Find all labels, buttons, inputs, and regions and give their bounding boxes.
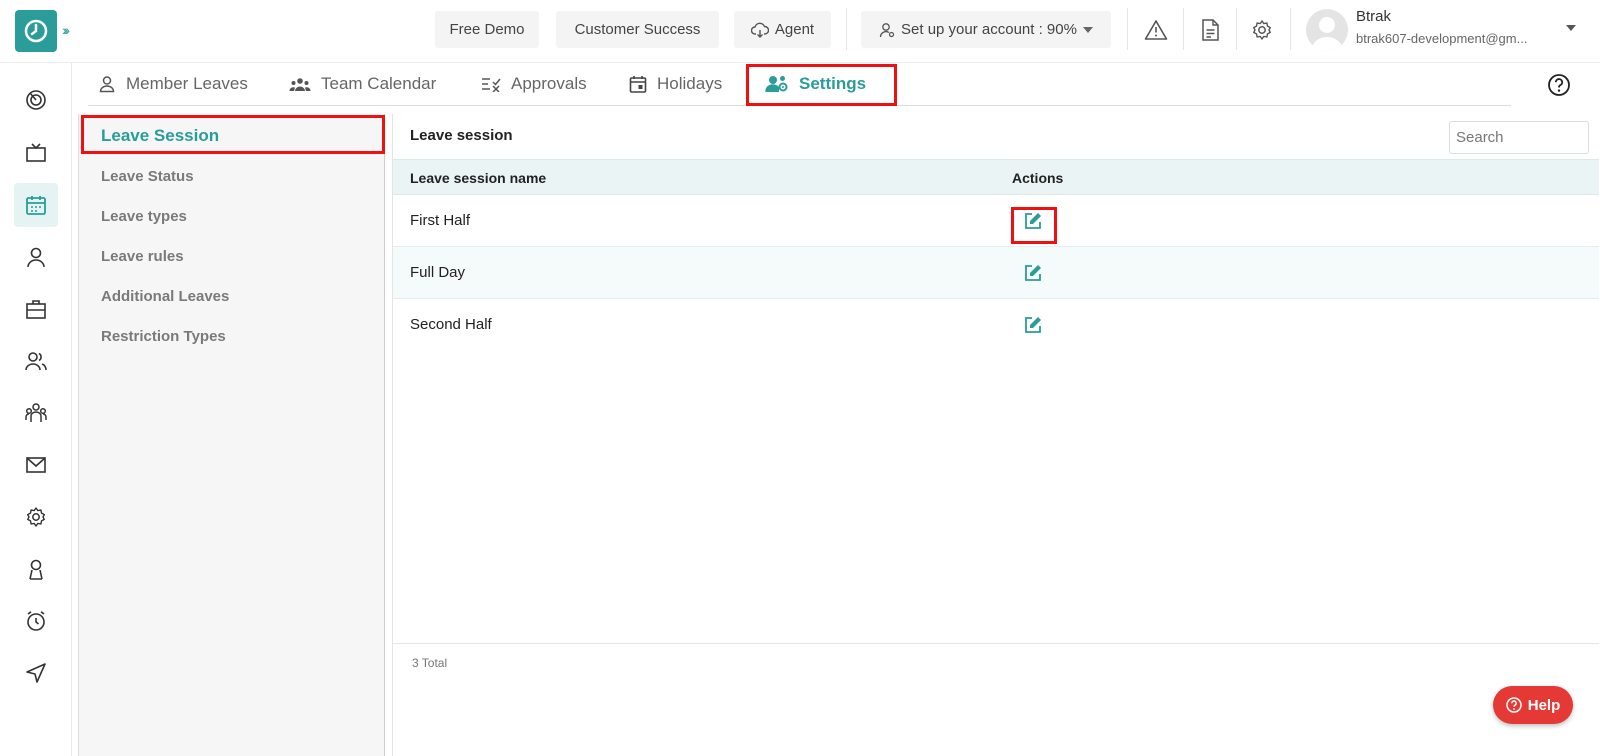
agent-label: Agent	[774, 21, 815, 38]
user-icon[interactable]	[14, 235, 58, 279]
send-icon[interactable]	[14, 651, 58, 695]
total-count: 3 Total	[412, 656, 448, 670]
users-cog-icon	[765, 75, 789, 93]
team-icon	[289, 76, 311, 92]
tab-settings[interactable]: Settings	[765, 71, 866, 97]
menu-item-leave-rules[interactable]: Leave rules	[101, 248, 184, 265]
approvals-icon	[481, 76, 501, 92]
user-setup-icon	[879, 22, 895, 38]
leave-calendar-icon[interactable]	[14, 183, 58, 227]
table-row[interactable]: Second Half	[393, 299, 1599, 351]
settings-icon[interactable]	[14, 495, 58, 539]
tab-label: Approvals	[511, 74, 587, 93]
column-header-name[interactable]: Leave session name	[410, 170, 546, 186]
cloud-download-icon	[750, 22, 769, 38]
search-input[interactable]	[1449, 121, 1589, 154]
setup-account-label: Set up your account : 90%	[901, 21, 1077, 38]
menu-item-restriction-types[interactable]: Restriction Types	[101, 328, 226, 345]
free-demo-button[interactable]: Free Demo	[435, 11, 539, 48]
org-icon[interactable]	[14, 391, 58, 435]
setup-account-button[interactable]: Set up your account : 90%	[861, 11, 1111, 48]
menu-item-leave-session[interactable]: Leave Session	[101, 126, 219, 146]
session-name: Full Day	[410, 264, 466, 281]
expand-sidebar-icon[interactable]: ›››	[62, 22, 70, 38]
table-header: Leave session name Actions	[393, 159, 1599, 195]
tab-label: Team Calendar	[321, 74, 437, 93]
warning-icon[interactable]	[1143, 17, 1169, 43]
column-header-actions: Actions	[1012, 170, 1064, 186]
leave-session-panel: Leave session Leave session name Actions…	[392, 114, 1599, 756]
help-label: Help	[1527, 696, 1561, 714]
people-icon[interactable]	[14, 339, 58, 383]
tab-label: Settings	[799, 74, 867, 93]
document-icon[interactable]	[1197, 17, 1223, 43]
help-question-icon[interactable]	[1547, 73, 1571, 97]
session-name: Second Half	[410, 316, 492, 333]
calendar-icon	[629, 75, 647, 93]
session-name: First Half	[410, 212, 470, 229]
tab-team-calendar[interactable]: Team Calendar	[289, 71, 436, 97]
left-nav	[0, 63, 72, 756]
gear-icon[interactable]	[1249, 17, 1275, 43]
customer-success-label: Customer Success	[574, 21, 701, 38]
table-footer-divider	[393, 643, 1599, 644]
edit-icon[interactable]	[1023, 211, 1043, 231]
menu-item-additional-leaves[interactable]: Additional Leaves	[101, 288, 229, 305]
customer-success-button[interactable]: Customer Success	[556, 11, 719, 48]
tab-label: Holidays	[657, 74, 723, 93]
divider	[1183, 8, 1184, 50]
mail-icon[interactable]	[14, 443, 58, 487]
edit-icon[interactable]	[1023, 315, 1043, 335]
help-button[interactable]: Help	[1493, 686, 1573, 724]
leave-tabs: Member Leaves Team Calendar Approvals Ho…	[88, 63, 1511, 106]
divider	[1127, 8, 1128, 50]
free-demo-label: Free Demo	[449, 21, 525, 38]
avatar[interactable]	[1306, 9, 1348, 51]
app-logo-icon[interactable]	[15, 10, 57, 52]
divider	[1290, 8, 1291, 50]
dashboard-icon[interactable]	[14, 78, 58, 122]
divider	[1236, 8, 1237, 50]
alarm-icon[interactable]	[14, 599, 58, 643]
table-row[interactable]: First Half	[393, 195, 1599, 247]
settings-side-menu: Leave Session Leave Status Leave types L…	[78, 114, 385, 756]
tab-holidays[interactable]: Holidays	[629, 71, 722, 97]
user-menu-caret-icon[interactable]	[1566, 25, 1576, 31]
tv-icon[interactable]	[14, 131, 58, 175]
table-row[interactable]: Full Day	[393, 247, 1599, 299]
agent-button[interactable]: Agent	[734, 11, 831, 48]
tab-label: Member Leaves	[126, 74, 248, 93]
panel-title: Leave session	[410, 127, 513, 144]
tab-member-leaves[interactable]: Member Leaves	[98, 71, 248, 97]
user-email: btrak607-development@gm...	[1356, 31, 1528, 46]
user-name: Btrak	[1356, 8, 1392, 25]
top-bar: ››› Free Demo Customer Success Agent Set…	[0, 0, 1600, 63]
menu-item-leave-types[interactable]: Leave types	[101, 208, 187, 225]
caret-down-icon	[1082, 26, 1093, 33]
person-icon	[98, 75, 116, 93]
edit-icon[interactable]	[1023, 263, 1043, 283]
divider	[846, 8, 847, 50]
briefcase-icon[interactable]	[14, 287, 58, 331]
help-circle-icon	[1505, 697, 1522, 713]
badge-icon[interactable]	[14, 547, 58, 591]
menu-item-leave-status[interactable]: Leave Status	[101, 168, 194, 185]
tab-approvals[interactable]: Approvals	[481, 71, 587, 97]
